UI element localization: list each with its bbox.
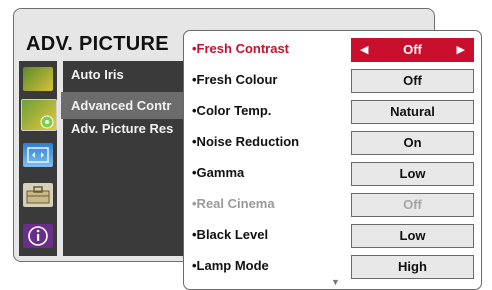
option-label: •Fresh Colour [192,72,278,87]
option-value[interactable]: Low [351,162,474,186]
arrow-left-icon[interactable]: ◀ [360,39,368,61]
menu-title: ADV. PICTURE [26,33,169,55]
picture-settings-icon[interactable] [21,99,57,131]
option-row-black-level[interactable]: •Black Level Low [184,220,481,251]
menu-icon-column [19,61,57,256]
option-value[interactable]: Low [351,224,474,248]
option-value-selector[interactable]: ◀ Off ▶ [351,38,474,62]
option-label: •Fresh Contrast [192,41,290,56]
screen-arrows-icon [27,147,49,163]
option-value-disabled: Off [351,193,474,217]
option-row-fresh-colour[interactable]: •Fresh Colour Off [184,65,481,96]
option-label: •Noise Reduction [192,134,300,149]
info-symbol-icon [28,226,48,246]
list-item-adv-picture-reset[interactable]: Adv. Picture Res [71,121,173,136]
option-value: Off [403,42,422,57]
option-value[interactable]: Natural [351,100,474,124]
setup-tools-icon[interactable] [23,183,53,207]
option-label: •Real Cinema [192,196,275,211]
option-value[interactable]: Off [351,69,474,93]
option-label: •Color Temp. [192,103,272,118]
picture-icon[interactable] [23,67,53,91]
info-icon[interactable] [23,224,53,248]
option-value[interactable]: On [351,131,474,155]
settings-badge-icon [40,115,54,129]
option-label: •Lamp Mode [192,258,269,273]
toolbox-icon [26,186,50,204]
screen-icon[interactable] [23,143,53,167]
option-row-real-cinema: •Real Cinema Off [184,189,481,220]
option-row-noise-reduction[interactable]: •Noise Reduction On [184,127,481,158]
advanced-contrast-popup: •Fresh Contrast ◀ Off ▶ •Fresh Colour Of… [183,30,482,290]
scroll-down-icon[interactable]: ▼ [331,277,340,287]
option-value[interactable]: High [351,255,474,279]
list-item-auto-iris[interactable]: Auto Iris [71,67,124,82]
arrow-right-icon[interactable]: ▶ [457,39,465,61]
option-label: •Gamma [192,165,245,180]
menu-list: Auto Iris Advanced Contr Adv. Picture Re… [61,61,211,256]
option-row-gamma[interactable]: •Gamma Low [184,158,481,189]
option-row-color-temp[interactable]: •Color Temp. Natural [184,96,481,127]
option-row-fresh-contrast[interactable]: •Fresh Contrast ◀ Off ▶ [184,34,481,65]
option-label: •Black Level [192,227,269,242]
